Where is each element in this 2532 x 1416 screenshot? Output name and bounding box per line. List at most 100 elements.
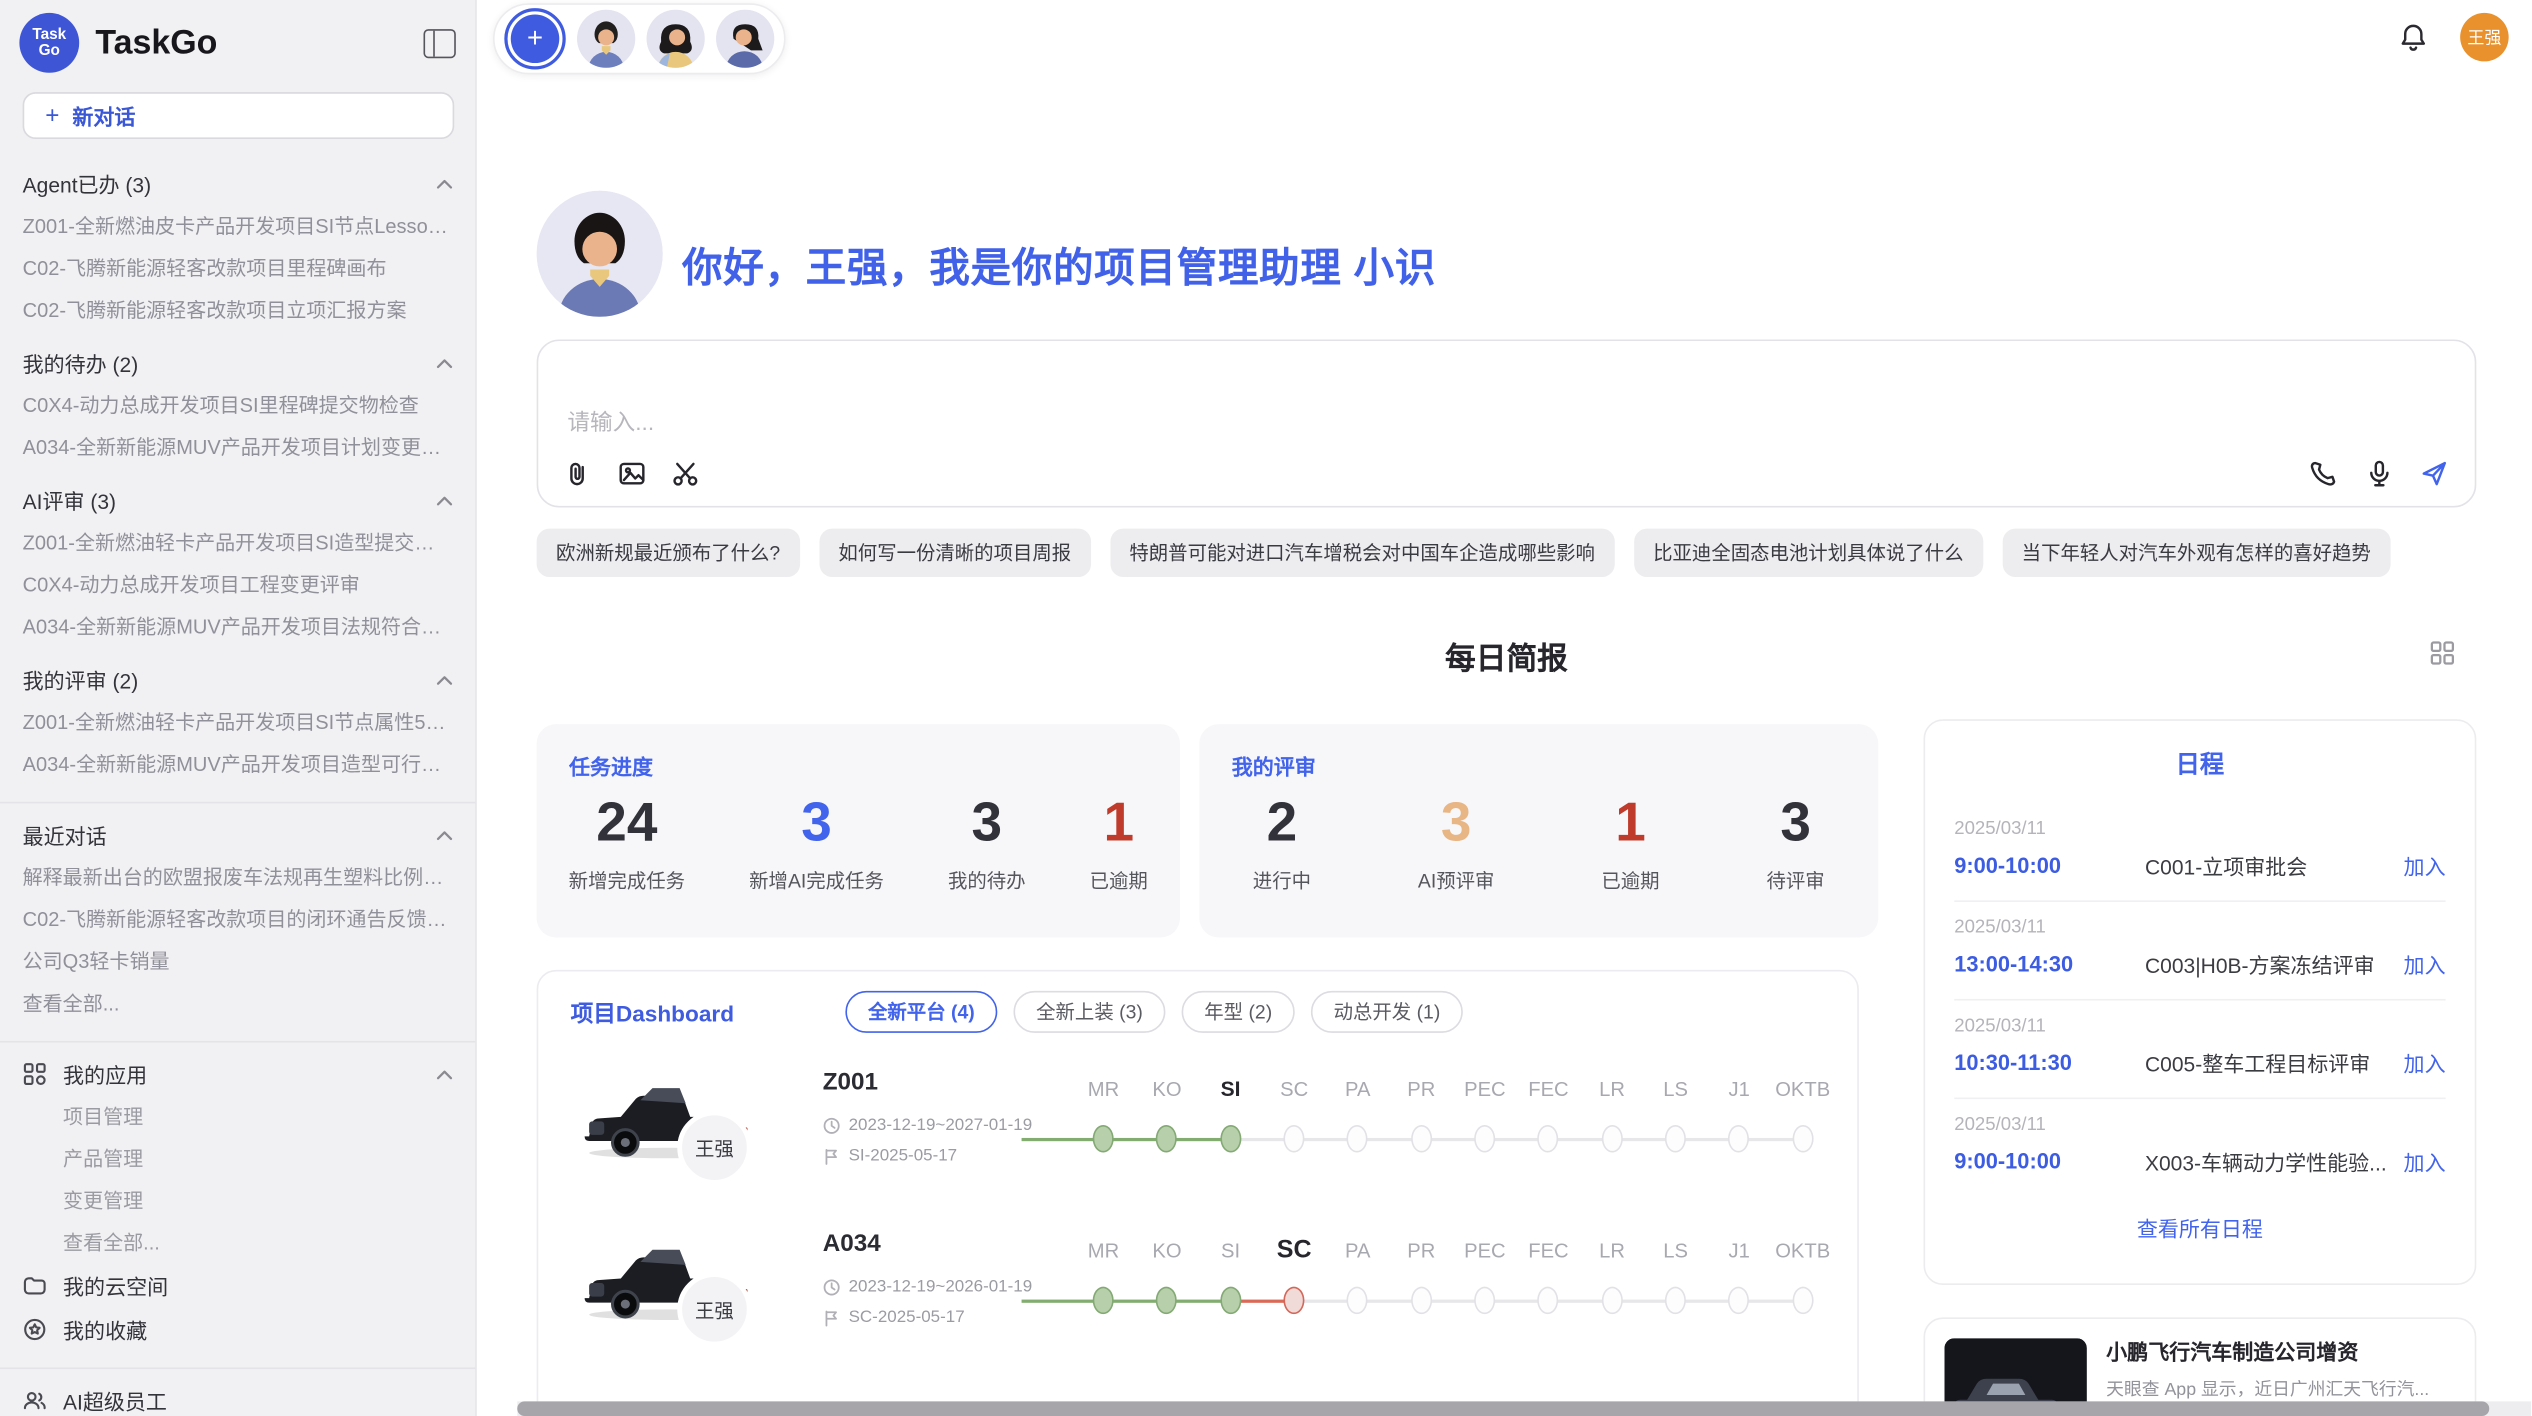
milestone-node xyxy=(1347,1287,1368,1314)
sidebar-item-cloud-space[interactable]: 我的云空间 xyxy=(23,1264,453,1308)
avatar[interactable] xyxy=(716,10,774,68)
suggestion-chip[interactable]: 当下年轻人对汽车外观有怎样的喜好趋势 xyxy=(2002,529,2390,577)
chevron-up-icon[interactable] xyxy=(436,830,452,840)
list-item[interactable]: 解释最新出台的欧盟报废车法规再生塑料比例被调至15%... xyxy=(23,857,453,899)
section-title: 我的评审 (2) xyxy=(23,664,437,695)
avatar[interactable] xyxy=(647,10,705,68)
filter-tab[interactable]: 全新平台 (4) xyxy=(845,991,997,1033)
schedule-name: C001-立项审批会 xyxy=(2145,850,2387,881)
list-item[interactable]: Z001-全新燃油轻卡产品开发项目SI造型提交物评审 xyxy=(23,522,453,564)
schedule-item[interactable]: 2025/03/11 10:30-11:30 C005-整车工程目标评审 加入 xyxy=(1954,1001,2445,1100)
schedule-time: 9:00-10:00 xyxy=(1954,1149,2145,1173)
chevron-up-icon[interactable] xyxy=(436,675,452,685)
main-area: + 王强 你好，王强，我是你的项目管理助理 小识 请输入... xyxy=(477,0,2531,1416)
attachment-paperclip-icon[interactable] xyxy=(564,459,593,488)
user-avatar[interactable]: 王强 xyxy=(2460,13,2508,61)
schedule-date: 2025/03/11 xyxy=(1954,1115,2445,1134)
stat-row: 24新增完成任务 3新增AI完成任务 3我的待办 1已逾期 xyxy=(537,792,1180,894)
schedule-name: X003-车辆动力学性能验... xyxy=(2145,1146,2387,1177)
milestone-oktb[interactable]: OKTB xyxy=(1771,1237,1835,1315)
list-item[interactable]: C02-飞腾新能源轻客改款项目的闭环通告反馈情况 xyxy=(23,899,453,941)
my-review-card: 我的评审 2进行中 3AI预评审 1已逾期 3待评审 xyxy=(1199,724,1878,937)
suggestion-chip[interactable]: 欧洲新规最近颁布了什么? xyxy=(537,529,800,577)
milestone-label: LR xyxy=(1599,1237,1625,1266)
filter-tab[interactable]: 动总开发 (1) xyxy=(1311,991,1463,1033)
chat-input-card[interactable]: 请输入... xyxy=(537,339,2477,507)
apps-grid-icon xyxy=(23,1062,47,1086)
send-icon[interactable] xyxy=(2420,459,2449,488)
cloud-folder-icon xyxy=(23,1274,47,1298)
phone-icon[interactable] xyxy=(2310,459,2339,488)
sidebar-item-my-apps[interactable]: 我的应用 xyxy=(23,1052,453,1096)
chat-input-placeholder: 请输入... xyxy=(567,406,654,438)
suggestion-chip[interactable]: 如何写一份清晰的项目周报 xyxy=(819,529,1091,577)
project-owner-badge: 王强 xyxy=(677,1110,751,1184)
list-item[interactable]: A034-全新新能源MUV产品开发项目法规符合性评审 xyxy=(23,606,453,648)
layout-grid-icon[interactable] xyxy=(2429,640,2455,666)
chevron-up-icon[interactable] xyxy=(436,179,452,189)
project-row[interactable]: 王强 Z001 2023-12-19~2027-01-19 SI-2025-05… xyxy=(538,1043,1857,1205)
chevron-up-icon[interactable] xyxy=(436,358,452,368)
image-icon[interactable] xyxy=(617,459,646,488)
assistant-avatar xyxy=(537,191,663,317)
sidebar-item-project-mgmt[interactable]: 项目管理 xyxy=(23,1096,453,1138)
schedule-item[interactable]: 2025/03/11 13:00-14:30 C003|H0B-方案冻结评审 加… xyxy=(1954,902,2445,1001)
section-recent-chats[interactable]: 最近对话 xyxy=(23,813,453,857)
list-item[interactable]: 公司Q3轻卡销量 xyxy=(23,941,453,983)
list-item[interactable]: C02-飞腾新能源轻客改款项目立项汇报方案 xyxy=(23,289,453,331)
list-item[interactable]: Z001-全新燃油轻卡产品开发项目SI节点属性5D文件评审 xyxy=(23,702,453,744)
view-all-schedule-link[interactable]: 查看所有日程 xyxy=(1925,1212,2475,1243)
collapse-sidebar-icon[interactable] xyxy=(423,28,455,57)
section-ai-review[interactable]: AI评审 (3) xyxy=(23,478,453,522)
join-link[interactable]: 加入 xyxy=(2404,949,2446,980)
join-link[interactable]: 加入 xyxy=(2404,1047,2446,1078)
new-chat-button[interactable]: + 新对话 xyxy=(23,92,455,139)
filter-tab[interactable]: 全新上装 (3) xyxy=(1014,991,1166,1033)
join-link[interactable]: 加入 xyxy=(2404,1146,2446,1177)
list-item[interactable]: C02-飞腾新能源轻客改款项目里程碑画布 xyxy=(23,247,453,289)
horizontal-scrollbar-thumb[interactable] xyxy=(517,1401,2489,1416)
project-row[interactable]: 王强 A034 2023-12-19~2026-01-19 SC-2025-05… xyxy=(538,1204,1857,1366)
view-all-apps[interactable]: 查看全部... xyxy=(23,1222,453,1264)
notifications-bell-icon[interactable] xyxy=(2399,22,2428,53)
milestone-label: PA xyxy=(1345,1237,1370,1266)
greeting-text: 你好，王强，我是你的项目管理助理 小识 xyxy=(682,236,1436,294)
people-icon xyxy=(23,1388,47,1412)
milestone-node xyxy=(1284,1287,1305,1314)
sidebar-item-product-mgmt[interactable]: 产品管理 xyxy=(23,1138,453,1180)
stat-new-done: 24新增完成任务 xyxy=(569,792,685,894)
news-body: 天眼查 App 显示，近日广州汇天飞行汽... xyxy=(2106,1376,2429,1403)
list-item[interactable]: C0X4-动力总成开发项目SI里程碑提交物检查 xyxy=(23,385,453,427)
milestone-label: KO xyxy=(1152,1237,1181,1266)
milestone-node xyxy=(1538,1287,1559,1314)
sidebar-item-ai-super-staff[interactable]: AI超级员工 xyxy=(23,1379,453,1416)
list-item[interactable]: Z001-全新燃油皮卡产品开发项目SI节点Lesson Learn报告 xyxy=(23,205,453,247)
list-item[interactable]: A034-全新新能源MUV产品开发项目计划变更类编写 xyxy=(23,427,453,469)
filter-tab[interactable]: 年型 (2) xyxy=(1182,991,1295,1033)
chevron-up-icon[interactable] xyxy=(436,1069,452,1079)
scissors-icon[interactable] xyxy=(671,459,700,488)
star-badge-icon xyxy=(23,1317,47,1341)
sidebar-item-favorites[interactable]: 我的收藏 xyxy=(23,1308,453,1352)
sidebar-item-change-mgmt[interactable]: 变更管理 xyxy=(23,1180,453,1222)
add-contact-button[interactable]: + xyxy=(504,8,565,69)
sidebar: Task Go TaskGo + 新对话 Agent已办 (3) Z001-全新… xyxy=(0,0,477,1416)
microphone-icon[interactable] xyxy=(2365,459,2394,488)
avatar[interactable] xyxy=(577,10,635,68)
schedule-item[interactable]: 2025/03/11 9:00-10:00 X003-车辆动力学性能验... 加… xyxy=(1954,1099,2445,1196)
chevron-up-icon[interactable] xyxy=(436,495,452,505)
schedule-item[interactable]: 2025/03/11 9:00-10:00 C001-立项审批会 加入 xyxy=(1954,803,2445,902)
list-item[interactable]: A034-全新新能源MUV产品开发项目造型可行性评审 xyxy=(23,744,453,786)
milestone-oktb[interactable]: OKTB xyxy=(1771,1075,1835,1153)
section-my-todo[interactable]: 我的待办 (2) xyxy=(23,341,453,385)
milestone-node xyxy=(1220,1125,1241,1152)
suggestion-chip[interactable]: 特朗普可能对进口汽车增税会对中国车企造成哪些影响 xyxy=(1110,529,1614,577)
view-all-chats[interactable]: 查看全部... xyxy=(23,983,453,1025)
section-my-review[interactable]: 我的评审 (2) xyxy=(23,658,453,702)
list-item[interactable]: C0X4-动力总成开发项目工程变更评审 xyxy=(23,564,453,606)
divider xyxy=(0,802,475,804)
section-agent-done[interactable]: Agent已办 (3) xyxy=(23,162,453,206)
suggestion-chip[interactable]: 比亚迪全固态电池计划具体说了什么 xyxy=(1634,529,1983,577)
join-link[interactable]: 加入 xyxy=(2404,850,2446,881)
ai-super-staff-label: AI超级员工 xyxy=(63,1385,453,1416)
